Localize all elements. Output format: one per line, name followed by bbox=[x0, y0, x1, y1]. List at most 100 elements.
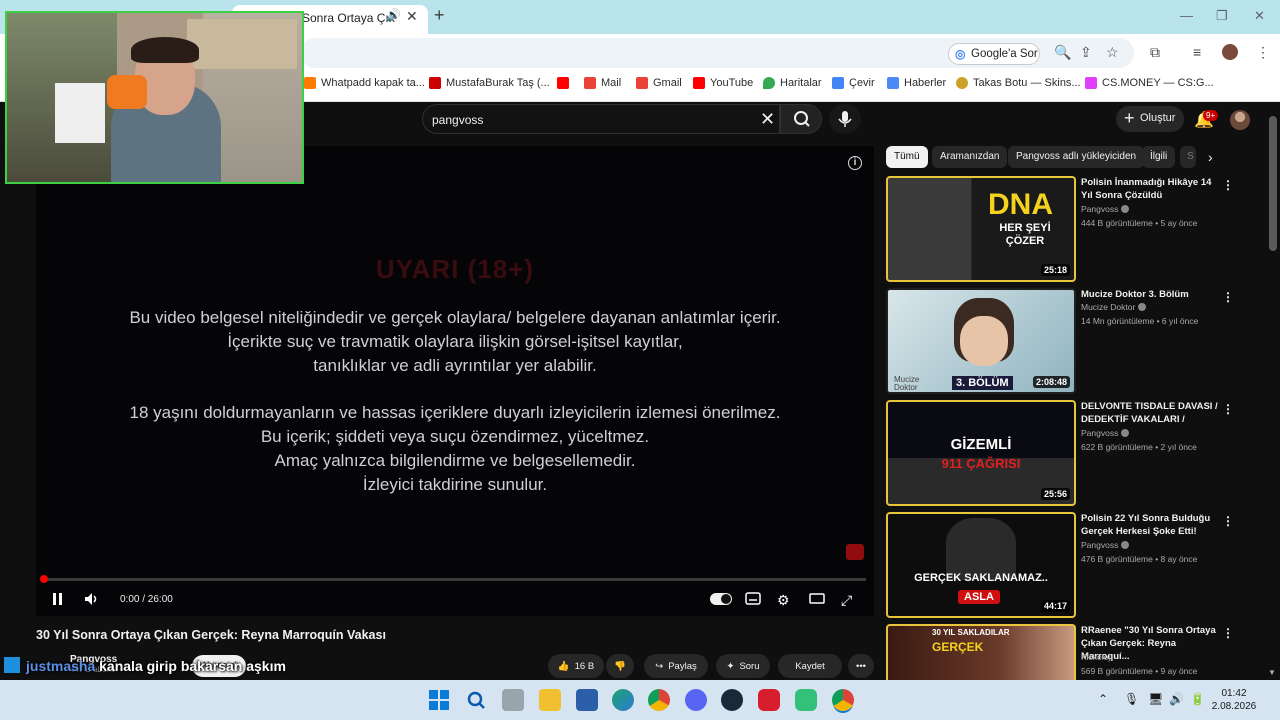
video-player[interactable]: UYARI (18+) Bu video belgesel niteliğind… bbox=[36, 146, 874, 616]
windows-start-icon[interactable] bbox=[428, 689, 450, 711]
voice-search-button[interactable] bbox=[829, 104, 861, 134]
file-explorer-icon[interactable] bbox=[539, 689, 561, 711]
tab-audio-icon[interactable]: 🔊 bbox=[386, 8, 401, 22]
app-icon[interactable] bbox=[795, 689, 817, 711]
chip-from-uploader[interactable]: Pangvoss adlı yükleyiciden bbox=[1008, 146, 1145, 168]
steam-icon[interactable] bbox=[721, 689, 743, 711]
create-button[interactable]: + Oluştur bbox=[1116, 106, 1184, 132]
news-favicon-icon bbox=[887, 77, 899, 89]
recommendation-card[interactable]: DNA HER ŞEYİ ÇÖZER 25:18 Polisin İnanmad… bbox=[886, 176, 1236, 282]
video-thumbnail[interactable]: GİZEMLİ 911 ÇAĞRISI 25:56 bbox=[886, 400, 1076, 506]
bookmark-item[interactable]: YouTube bbox=[693, 77, 753, 89]
chrome-icon[interactable] bbox=[648, 689, 670, 711]
discord-icon[interactable] bbox=[685, 689, 707, 711]
network-icon[interactable]: 🖥 bbox=[1148, 692, 1163, 706]
chip-all[interactable]: Tümü bbox=[886, 146, 928, 168]
scroll-down-icon[interactable]: ▼ bbox=[1268, 668, 1276, 677]
volume-tray-icon[interactable]: 🔊 bbox=[1169, 692, 1184, 706]
bookmark-item[interactable]: Haritalar bbox=[763, 77, 822, 89]
bookmark-item[interactable]: Whatpadd kapak ta... bbox=[304, 77, 425, 89]
save-button[interactable]: Kaydet bbox=[778, 654, 842, 678]
zoom-icon[interactable]: 🔍 bbox=[1054, 44, 1071, 61]
more-actions-button[interactable]: ••• bbox=[848, 654, 874, 678]
recommendation-title[interactable]: Polisin İnanmadığı Hikâye 14 Yıl Sonra Ç… bbox=[1081, 176, 1219, 202]
profile-avatar[interactable] bbox=[1222, 44, 1238, 60]
settings-gear-icon[interactable]: ⚙ bbox=[777, 592, 790, 609]
app-icon[interactable] bbox=[758, 689, 780, 711]
theater-mode-icon[interactable] bbox=[809, 592, 825, 608]
page-scrollbar[interactable] bbox=[1269, 116, 1277, 251]
task-view-icon[interactable] bbox=[502, 689, 524, 711]
more-options-icon[interactable]: ⋮ bbox=[1222, 402, 1234, 416]
recommendation-card[interactable]: GİZEMLİ 911 ÇAĞRISI 25:56 DELVONTE TISDA… bbox=[886, 400, 1236, 506]
bookmark-item[interactable]: MustafaBurak Taş (... bbox=[429, 77, 550, 89]
more-options-icon[interactable]: ⋮ bbox=[1222, 290, 1234, 304]
video-thumbnail[interactable]: GERÇEK SAKLANAMAZ.. ASLA 44:17 bbox=[886, 512, 1076, 618]
chip-truncated[interactable]: S bbox=[1180, 146, 1196, 168]
more-options-icon[interactable]: ⋮ bbox=[1222, 514, 1234, 528]
bookmark-item[interactable]: Çevir bbox=[832, 77, 875, 89]
bookmark-star-icon[interactable]: ☆ bbox=[1106, 44, 1119, 61]
recommendation-title[interactable]: DELVONTE TISDALE DAVASI / DEDEKTİF VAKAL… bbox=[1081, 400, 1219, 426]
subtitles-icon[interactable] bbox=[745, 592, 761, 608]
store-icon[interactable] bbox=[576, 689, 598, 711]
battery-icon[interactable]: 🔋 bbox=[1190, 692, 1205, 706]
chrome-menu-icon[interactable]: ⋮ bbox=[1256, 44, 1270, 61]
volume-icon[interactable] bbox=[84, 592, 100, 609]
pause-icon[interactable] bbox=[52, 592, 64, 609]
chip-related[interactable]: İlgili bbox=[1142, 146, 1176, 168]
duration-badge: 44:17 bbox=[1040, 600, 1070, 612]
chips-next-icon[interactable]: › bbox=[1208, 149, 1213, 165]
search-button[interactable] bbox=[780, 104, 822, 134]
bookmark-item[interactable]: Gmail bbox=[636, 77, 682, 89]
warning-line: Amaç yalnızca bilgilendirme ve belgesell… bbox=[274, 451, 636, 470]
tray-overflow-icon[interactable]: ⌃ bbox=[1098, 692, 1108, 706]
bookmark-item[interactable]: Mail bbox=[584, 77, 621, 89]
microphone-icon[interactable]: 🎙 bbox=[1124, 692, 1139, 706]
account-avatar[interactable] bbox=[1230, 110, 1250, 130]
maps-favicon-icon bbox=[763, 77, 775, 89]
extensions-icon[interactable]: ⧉ bbox=[1150, 44, 1160, 61]
share-button[interactable]: ↪ Paylaş bbox=[644, 654, 708, 678]
video-thumbnail[interactable]: DNA HER ŞEYİ ÇÖZER 25:18 bbox=[886, 176, 1076, 282]
bookmark-item[interactable]: CS.MONEY — CS:G... bbox=[1085, 77, 1214, 89]
more-options-icon[interactable]: ⋮ bbox=[1222, 178, 1234, 192]
video-thumbnail[interactable]: 3. BÖLÜM Mucize Doktor 2:08:48 bbox=[886, 288, 1076, 394]
progress-scrubber[interactable] bbox=[40, 575, 48, 583]
media-icon[interactable]: ≡ bbox=[1193, 44, 1201, 60]
edge-icon[interactable] bbox=[612, 689, 634, 711]
recommendation-card[interactable]: 3. BÖLÜM Mucize Doktor 2:08:48 Mucize Do… bbox=[886, 288, 1236, 394]
recommendation-channel: Mucize Doktor bbox=[1081, 302, 1147, 312]
clear-search-icon[interactable]: ✕ bbox=[760, 109, 775, 130]
progress-bar[interactable] bbox=[44, 578, 866, 581]
like-button[interactable]: 👍 16 B bbox=[548, 654, 604, 678]
autoplay-toggle[interactable] bbox=[710, 593, 732, 605]
recommendation-card[interactable]: GERÇEK SAKLANAMAZ.. ASLA 44:17 Polisin 2… bbox=[886, 512, 1236, 618]
new-tab-icon[interactable]: + bbox=[434, 6, 445, 24]
tab-close-icon[interactable]: ✕ bbox=[406, 8, 418, 25]
search-icon[interactable] bbox=[465, 689, 487, 711]
fullscreen-icon[interactable]: ⤢ bbox=[841, 592, 852, 609]
dislike-button[interactable]: 👎 bbox=[606, 654, 634, 678]
video-thumbnail[interactable]: 30 YIL SAKLADILAR GERÇEK bbox=[886, 624, 1076, 680]
bookmark-item[interactable] bbox=[557, 77, 569, 89]
recommendation-title[interactable]: Mucize Doktor 3. Bölüm bbox=[1081, 288, 1219, 301]
ask-button[interactable]: ✦ Soru bbox=[716, 654, 770, 678]
recommendation-card[interactable]: 30 YIL SAKLADILAR GERÇEK RRaenee "30 Yıl… bbox=[886, 624, 1236, 680]
chip-from-search[interactable]: Aramanızdan bbox=[932, 146, 1008, 168]
install-icon[interactable]: ⇪ bbox=[1080, 44, 1092, 61]
chrome-active-icon[interactable] bbox=[832, 689, 854, 711]
recommendation-title[interactable]: Polisin 22 Yıl Sonra Bulduğu Gerçek Herk… bbox=[1081, 512, 1219, 538]
mail-favicon-icon bbox=[584, 77, 596, 89]
maximize-icon[interactable]: ❐ bbox=[1216, 8, 1228, 24]
bookmark-item[interactable]: Haberler bbox=[887, 77, 946, 89]
channel-watermark-icon[interactable] bbox=[846, 544, 864, 560]
system-clock[interactable]: 01:42 2.08.2026 bbox=[1206, 687, 1262, 713]
minimize-icon[interactable]: — bbox=[1180, 8, 1193, 23]
more-options-icon[interactable]: ⋮ bbox=[1222, 626, 1234, 640]
google-sor-button[interactable]: ◎ Google'a Sor bbox=[948, 43, 1040, 65]
info-icon[interactable]: i bbox=[848, 156, 862, 170]
close-window-icon[interactable]: ✕ bbox=[1254, 8, 1265, 24]
google-lens-icon: ◎ bbox=[955, 47, 966, 61]
bookmark-item[interactable]: Takas Botu — Skins... bbox=[956, 77, 1081, 89]
